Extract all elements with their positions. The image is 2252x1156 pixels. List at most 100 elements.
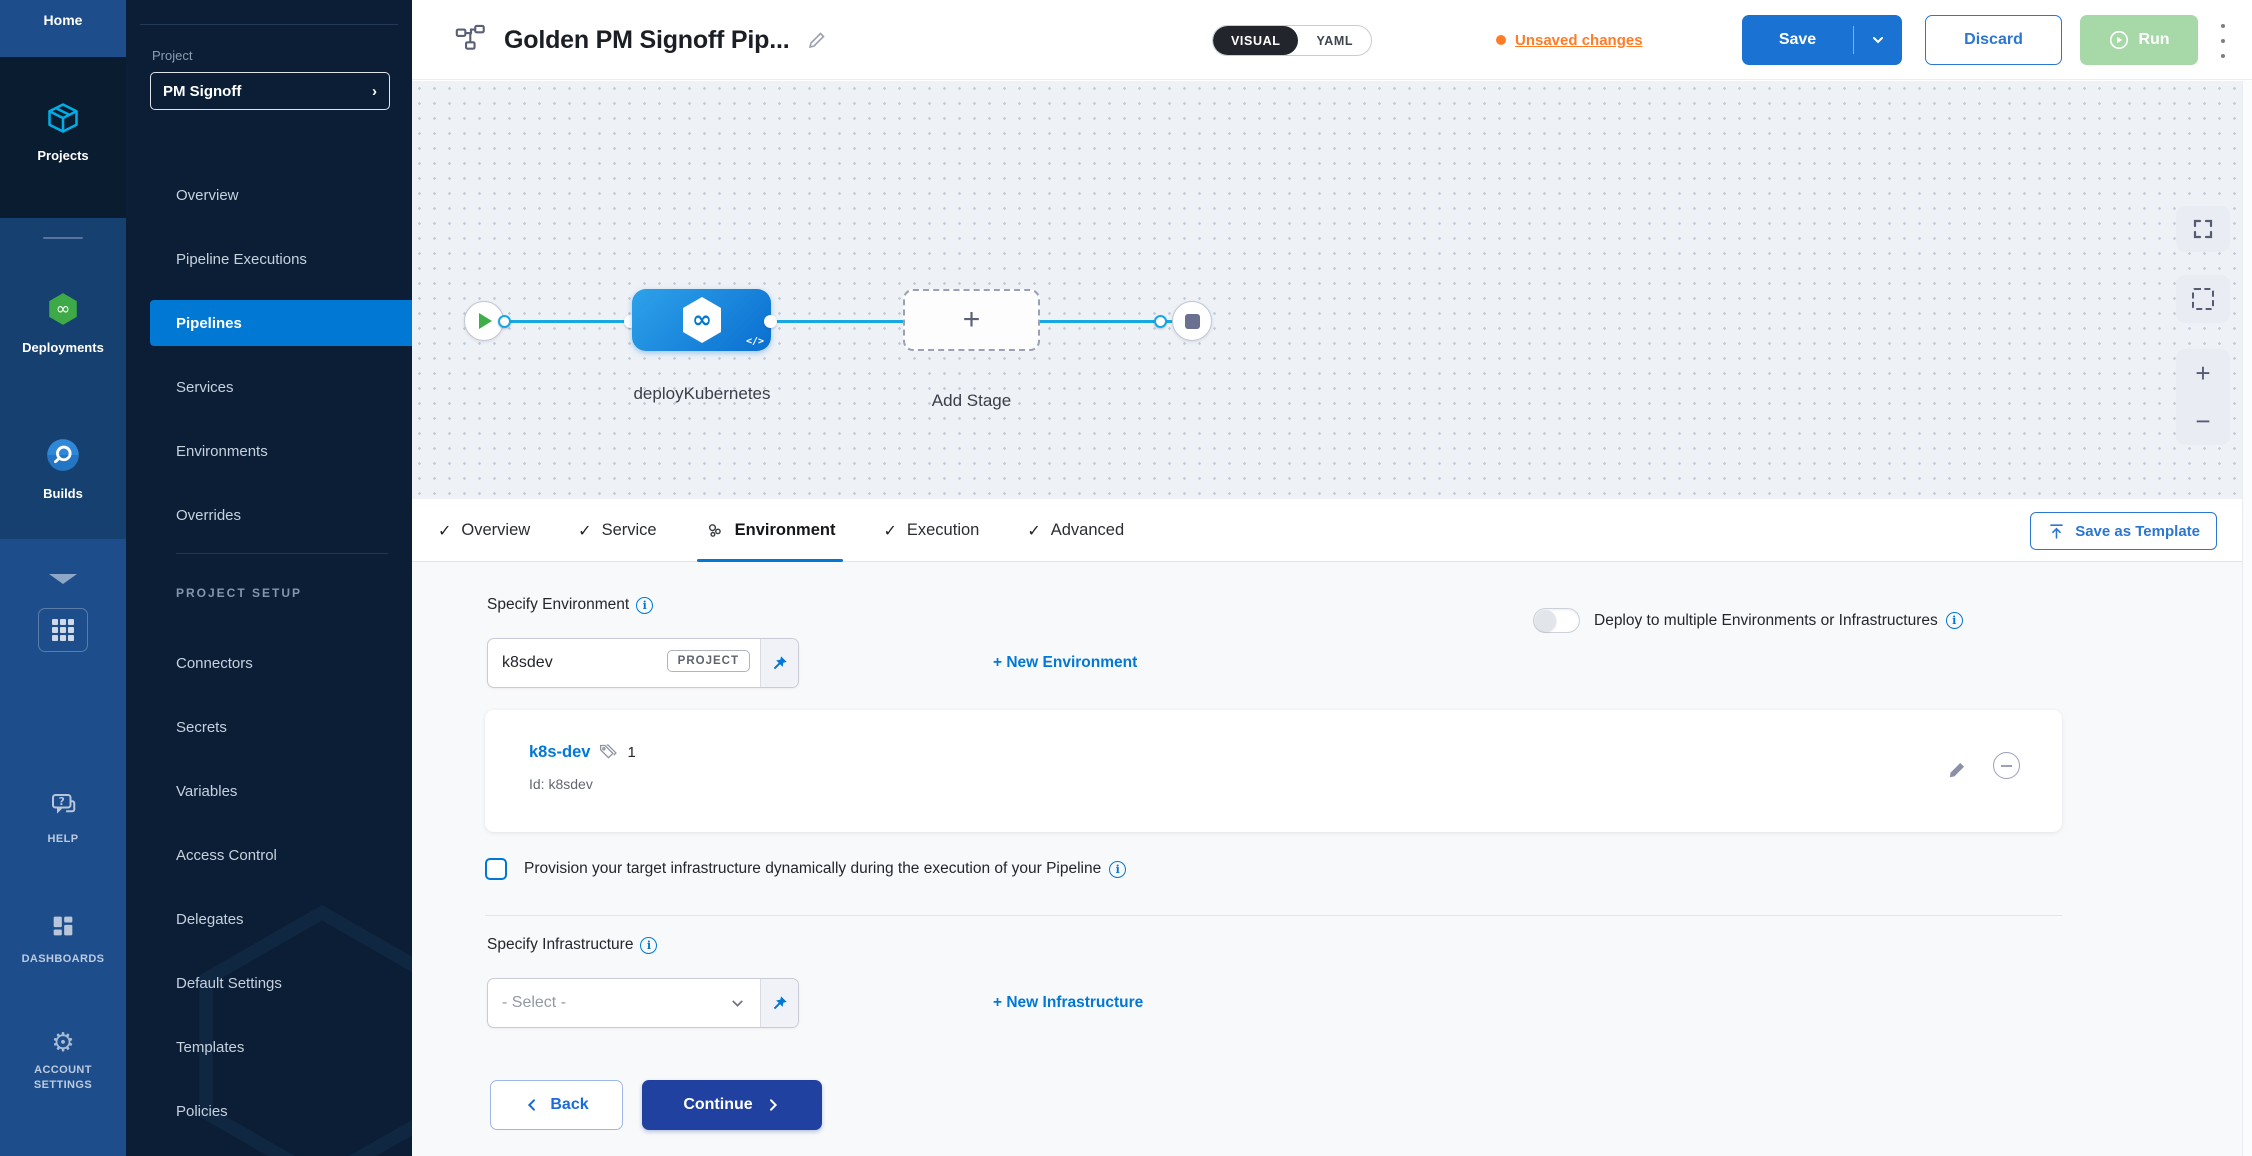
mode-visual[interactable]: VISUAL bbox=[1213, 26, 1298, 55]
save-button[interactable]: Save bbox=[1742, 31, 1853, 49]
rail-item-help[interactable]: ? HELP bbox=[0, 790, 126, 847]
canvas-multiselect-button[interactable] bbox=[2176, 275, 2230, 323]
infrastructure-select[interactable]: - Select - bbox=[488, 979, 760, 1027]
back-button[interactable]: Back bbox=[490, 1080, 623, 1130]
check-icon: ✓ bbox=[578, 521, 591, 540]
zoom-out-button[interactable]: − bbox=[2195, 408, 2210, 434]
sidebar-item-policies[interactable]: Policies bbox=[150, 1088, 412, 1134]
scrollbar-track[interactable] bbox=[2242, 81, 2252, 1156]
sidebar-item-services[interactable]: Services bbox=[150, 364, 412, 410]
harness-pipeline-studio: Home Projects ∞ Deployments bbox=[0, 0, 2252, 1156]
rail-item-account-settings[interactable]: ⚙ ACCOUNT SETTINGS bbox=[0, 1030, 126, 1093]
run-label: Run bbox=[2138, 31, 2169, 49]
sidebar-item-templates[interactable]: Templates bbox=[150, 1024, 412, 1070]
unsaved-dot-icon bbox=[1496, 35, 1506, 45]
environment-input-widget: PROJECT bbox=[487, 638, 799, 688]
sidebar-item-connectors[interactable]: Connectors bbox=[150, 640, 412, 686]
discard-button[interactable]: Discard bbox=[1925, 15, 2062, 65]
info-icon[interactable]: i bbox=[636, 597, 653, 614]
selection-box-icon bbox=[2192, 288, 2214, 310]
mode-yaml[interactable]: YAML bbox=[1298, 26, 1371, 55]
projects-label: Projects bbox=[37, 148, 88, 163]
sidebar-item-delegates[interactable]: Delegates bbox=[150, 896, 412, 942]
save-dropdown-button[interactable] bbox=[1854, 32, 1902, 48]
gear-icon: ⚙ bbox=[51, 1030, 74, 1056]
tab-execution[interactable]: ✓ Execution bbox=[883, 499, 979, 562]
account-settings-label: ACCOUNT SETTINGS bbox=[17, 1063, 109, 1093]
info-icon[interactable]: i bbox=[1946, 612, 1963, 629]
sidebar-item-default-settings[interactable]: Default Settings bbox=[150, 960, 412, 1006]
tab-advanced[interactable]: ✓ Advanced bbox=[1027, 499, 1124, 562]
label-text: Deploy to multiple Environments or Infra… bbox=[1594, 612, 1938, 630]
edit-title-pencil-icon[interactable] bbox=[805, 28, 829, 52]
info-icon[interactable]: i bbox=[640, 937, 657, 954]
unsaved-changes-link[interactable]: Unsaved changes bbox=[1515, 32, 1643, 49]
pipeline-topbar: Golden PM Signoff Pip... VISUAL YAML Uns… bbox=[412, 0, 2252, 80]
stage-config-tabs: ✓ Overview ✓ Service Environment ✓ Execu… bbox=[412, 499, 2252, 562]
more-options-kebab-icon[interactable] bbox=[2216, 24, 2230, 58]
deploy-multiple-toggle[interactable] bbox=[1533, 608, 1580, 633]
new-environment-link[interactable]: + New Environment bbox=[993, 654, 1137, 672]
save-as-template-button[interactable]: Save as Template bbox=[2030, 512, 2217, 550]
remove-environment-icon[interactable] bbox=[1993, 752, 2020, 779]
project-selector[interactable]: PM Signoff › bbox=[150, 72, 390, 110]
run-button[interactable]: Run bbox=[2080, 15, 2198, 65]
tab-label: Service bbox=[602, 521, 657, 540]
sidebar-item-environments[interactable]: Environments bbox=[150, 428, 412, 474]
sidebar-item-label: Policies bbox=[176, 1103, 228, 1120]
edit-environment-pencil-icon[interactable] bbox=[1945, 758, 1969, 787]
collapse-rail-icon[interactable] bbox=[49, 574, 77, 584]
tab-overview[interactable]: ✓ Overview bbox=[438, 499, 530, 562]
environment-id: Id: k8sdev bbox=[529, 776, 593, 792]
grid-icon bbox=[52, 619, 74, 641]
deployments-icon: ∞ bbox=[44, 290, 82, 333]
pipeline-end-node[interactable] bbox=[1172, 301, 1212, 341]
environment-name-link[interactable]: k8s-dev bbox=[529, 743, 590, 762]
sidebar-item-overrides[interactable]: Overrides bbox=[150, 492, 412, 538]
info-icon[interactable]: i bbox=[1109, 861, 1126, 878]
sidebar-item-variables[interactable]: Variables bbox=[150, 768, 412, 814]
rail-item-projects[interactable]: Projects bbox=[0, 100, 126, 163]
rail-item-home[interactable]: Home bbox=[0, 12, 126, 28]
sidebar-item-pipelines[interactable]: Pipelines bbox=[150, 300, 412, 346]
pipeline-canvas[interactable]: ∞ </> + deployKubernetes Add Stage bbox=[412, 81, 2252, 499]
sidebar-item-secrets[interactable]: Secrets bbox=[150, 704, 412, 750]
pipeline-title: Golden PM Signoff Pip... bbox=[504, 26, 789, 55]
rail-item-dashboards[interactable]: DASHBOARDS bbox=[0, 912, 126, 967]
visual-yaml-toggle[interactable]: VISUAL YAML bbox=[1212, 25, 1372, 56]
specify-infrastructure-label: Specify Infrastructure i bbox=[487, 936, 657, 954]
sidebar-section-divider bbox=[176, 553, 388, 554]
svg-text:∞: ∞ bbox=[56, 300, 71, 320]
environment-card: k8s-dev 1 Id: k8sdev bbox=[485, 710, 2062, 832]
tab-label: Execution bbox=[907, 521, 979, 540]
pin-icon bbox=[770, 654, 789, 673]
zoom-in-button[interactable]: + bbox=[2195, 360, 2210, 386]
save-split-button[interactable]: Save bbox=[1742, 15, 1902, 65]
play-circle-icon bbox=[2108, 29, 2130, 51]
sidebar-item-access-control[interactable]: Access Control bbox=[150, 832, 412, 878]
rail-item-deployments[interactable]: ∞ Deployments bbox=[0, 290, 126, 355]
provision-checkbox[interactable] bbox=[485, 858, 507, 880]
stop-square-icon bbox=[1185, 314, 1200, 329]
connector-dot bbox=[764, 315, 777, 328]
sidebar-item-pipeline-executions[interactable]: Pipeline Executions bbox=[150, 236, 412, 282]
new-infrastructure-link[interactable]: + New Infrastructure bbox=[993, 994, 1143, 1012]
canvas-fullscreen-button[interactable] bbox=[2176, 206, 2230, 252]
sidebar-item-label: Overview bbox=[176, 187, 239, 204]
canvas-zoom-control: + − bbox=[2176, 349, 2230, 445]
fixed-value-pin-button[interactable] bbox=[760, 979, 798, 1027]
module-grid-button[interactable] bbox=[38, 608, 88, 652]
tab-service[interactable]: ✓ Service bbox=[578, 499, 656, 562]
tab-environment[interactable]: Environment bbox=[705, 499, 836, 562]
stage-code-glyph: </> bbox=[746, 336, 764, 347]
start-play-icon bbox=[479, 313, 492, 329]
sidebar-item-overview[interactable]: Overview bbox=[150, 172, 412, 218]
unsaved-changes[interactable]: Unsaved changes bbox=[1496, 0, 1643, 80]
continue-button[interactable]: Continue bbox=[642, 1080, 822, 1130]
dashboards-icon bbox=[49, 912, 77, 945]
stage-node-deploykubernetes[interactable]: ∞ </> bbox=[632, 289, 771, 351]
sidebar-item-label: Connectors bbox=[176, 655, 253, 672]
fixed-value-pin-button[interactable] bbox=[760, 639, 798, 687]
rail-item-builds[interactable]: Builds bbox=[0, 436, 126, 501]
add-stage-button[interactable]: + bbox=[903, 289, 1040, 351]
